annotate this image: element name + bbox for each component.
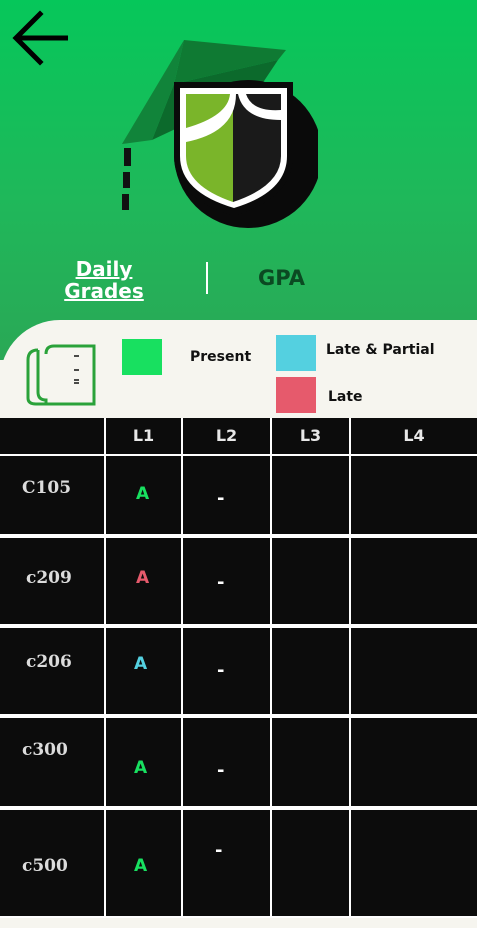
grade-cell[interactable]: - — [183, 718, 270, 806]
grade-cell[interactable]: A — [106, 456, 181, 534]
grade-cell[interactable] — [272, 538, 349, 624]
grade-mark: A — [134, 654, 148, 674]
tab-daily-line1: Daily — [75, 257, 133, 281]
grade-mark: A — [136, 568, 150, 588]
table-row: c206 — [0, 628, 104, 714]
grade-dash: - — [217, 488, 225, 509]
grade-cell[interactable]: A — [106, 810, 181, 916]
grade-cell[interactable]: A — [106, 718, 181, 806]
course-label: c206 — [26, 652, 72, 672]
header-cell-l4: L4 — [351, 418, 477, 454]
header-cell-l3: L3 — [272, 418, 349, 454]
bottom-strip — [0, 918, 477, 928]
present-swatch — [122, 339, 162, 375]
grade-dash: - — [217, 760, 225, 781]
late-swatch — [276, 377, 316, 413]
grade-cell[interactable] — [351, 538, 477, 624]
header-cell-l1: L1 — [106, 418, 181, 454]
grade-dash: - — [217, 572, 225, 593]
tab-gpa[interactable]: GPA — [258, 266, 305, 290]
grades-table: L1 L2 L3 L4 C105 A - c209 A - c206 A - c… — [0, 418, 477, 918]
grade-cell[interactable] — [272, 628, 349, 714]
table-row: C105 — [0, 456, 104, 534]
grade-dash: - — [217, 660, 225, 681]
header-cell-empty — [0, 418, 104, 454]
grade-mark: A — [134, 856, 148, 876]
grade-cell[interactable]: A — [106, 628, 181, 714]
present-label: Present — [190, 349, 252, 365]
grade-cell[interactable]: - — [183, 538, 270, 624]
grade-cell[interactable]: A — [106, 538, 181, 624]
grade-dash: - — [215, 840, 223, 861]
late-label: Late — [328, 389, 363, 405]
book-icon — [26, 344, 96, 406]
grade-cell[interactable]: - — [183, 628, 270, 714]
grade-cell[interactable] — [351, 628, 477, 714]
table-row: c209 — [0, 538, 104, 624]
tab-divider — [206, 262, 208, 294]
arrow-left-icon[interactable] — [10, 10, 72, 68]
table-row: c300 — [0, 718, 104, 806]
header-cell-l2: L2 — [183, 418, 270, 454]
tab-daily-grades[interactable]: Daily Grades — [56, 258, 152, 302]
grade-mark: A — [136, 484, 150, 504]
table-row: c500 — [0, 810, 104, 916]
course-label: c300 — [22, 740, 68, 760]
header-l1-label: L1 — [132, 426, 155, 445]
header-l2-label: L2 — [215, 426, 238, 445]
course-label: c209 — [26, 568, 72, 588]
header-l4-label: L4 — [403, 426, 425, 445]
grade-cell[interactable] — [272, 456, 349, 534]
grade-cell[interactable] — [351, 810, 477, 916]
tab-daily-line2: Grades — [64, 279, 144, 303]
course-label: c500 — [22, 856, 68, 876]
graduation-shield-logo — [122, 40, 318, 228]
grade-cell[interactable]: - — [183, 456, 270, 534]
late-partial-swatch — [276, 335, 316, 371]
grade-cell[interactable] — [272, 810, 349, 916]
grade-cell[interactable] — [272, 718, 349, 806]
header-l3-label: L3 — [299, 426, 322, 445]
grade-cell[interactable] — [351, 456, 477, 534]
grade-cell[interactable] — [351, 718, 477, 806]
course-label: C105 — [22, 478, 72, 498]
grade-mark: A — [134, 758, 148, 778]
grade-cell[interactable]: - — [183, 810, 270, 916]
late-partial-label: Late & Partial — [326, 342, 435, 358]
